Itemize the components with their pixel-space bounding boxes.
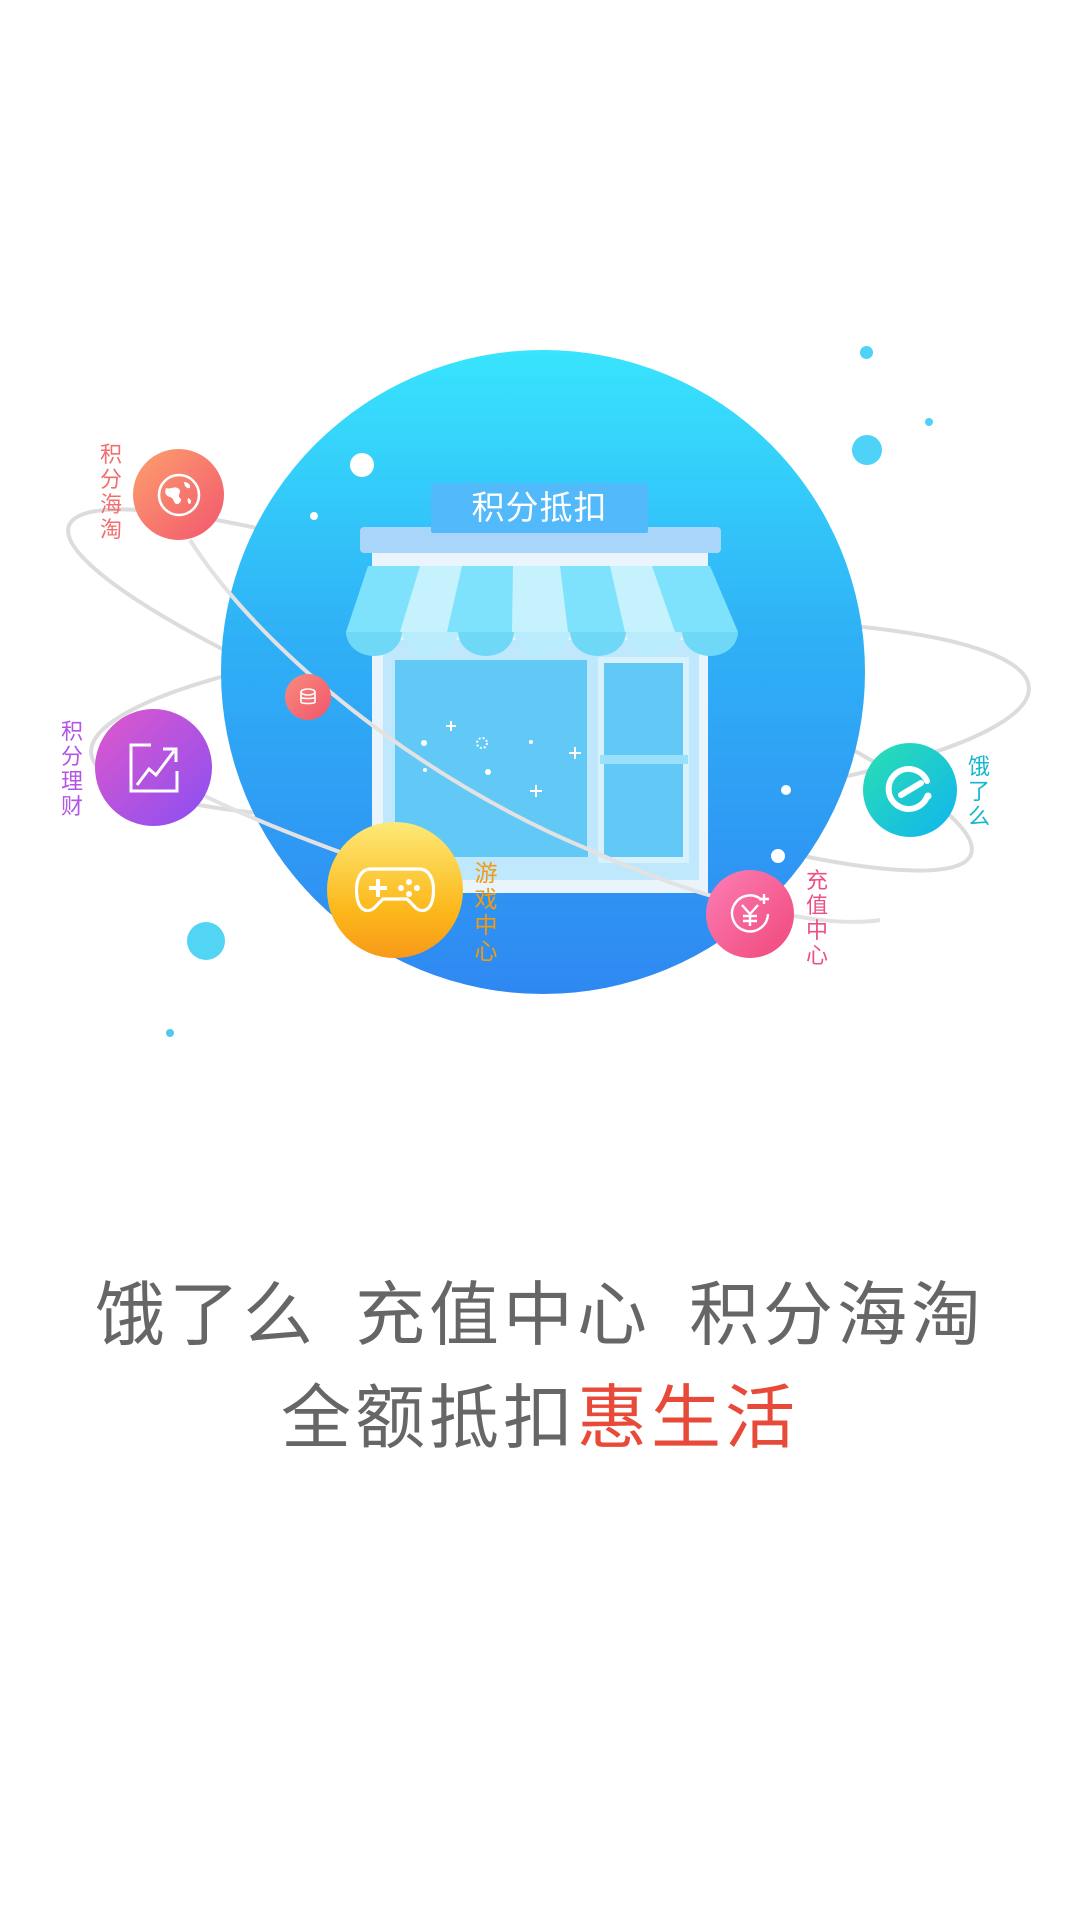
sparkle-dot bbox=[350, 453, 374, 477]
tagline-line-1: 饿了么 充值中心 积分海淘 bbox=[0, 1270, 1080, 1360]
eleme-logo-icon bbox=[885, 766, 932, 812]
licai-bubble[interactable] bbox=[95, 709, 212, 826]
globe-icon bbox=[157, 473, 200, 516]
coin-bubble bbox=[285, 674, 331, 720]
tagline-item: 充值中心 bbox=[355, 1274, 651, 1356]
sparkle-dot bbox=[310, 512, 318, 520]
chongzhi-bubble[interactable] bbox=[706, 870, 794, 958]
tagline-highlight: 惠生活 bbox=[577, 1377, 799, 1459]
trend-up-icon bbox=[129, 743, 178, 792]
gamepad-icon bbox=[355, 867, 435, 913]
sparkle-dot bbox=[771, 849, 785, 863]
floating-dot bbox=[852, 435, 882, 465]
eleme-bubble[interactable] bbox=[863, 743, 957, 837]
tagline-line-2: 全额抵扣惠生活 bbox=[0, 1373, 1080, 1463]
haitao-label: 积分海淘 bbox=[99, 443, 122, 543]
tagline-prefix: 全额抵扣 bbox=[281, 1377, 577, 1459]
tagline-item: 积分海淘 bbox=[689, 1274, 985, 1356]
licai-label: 积分理财 bbox=[60, 720, 83, 820]
hero-illustration: 积分抵扣 积分海淘 积分理财 游戏中心 充值中心 饿了么 bbox=[0, 0, 1080, 1100]
floating-dot bbox=[925, 418, 933, 426]
tagline-item: 饿了么 bbox=[95, 1274, 317, 1356]
coin-stack-icon bbox=[300, 688, 316, 705]
youxi-label: 游戏中心 bbox=[474, 861, 498, 965]
floating-dot bbox=[187, 922, 225, 960]
chongzhi-label: 充值中心 bbox=[805, 869, 828, 969]
floating-dot bbox=[166, 1029, 174, 1037]
floating-dot bbox=[860, 346, 873, 359]
yen-plus-icon bbox=[730, 894, 770, 933]
youxi-bubble[interactable] bbox=[327, 822, 463, 958]
haitao-bubble[interactable] bbox=[133, 449, 224, 540]
orbit-rings-front bbox=[118, 538, 881, 924]
eleme-label: 饿了么 bbox=[967, 755, 990, 830]
sparkle-dot bbox=[781, 785, 791, 795]
